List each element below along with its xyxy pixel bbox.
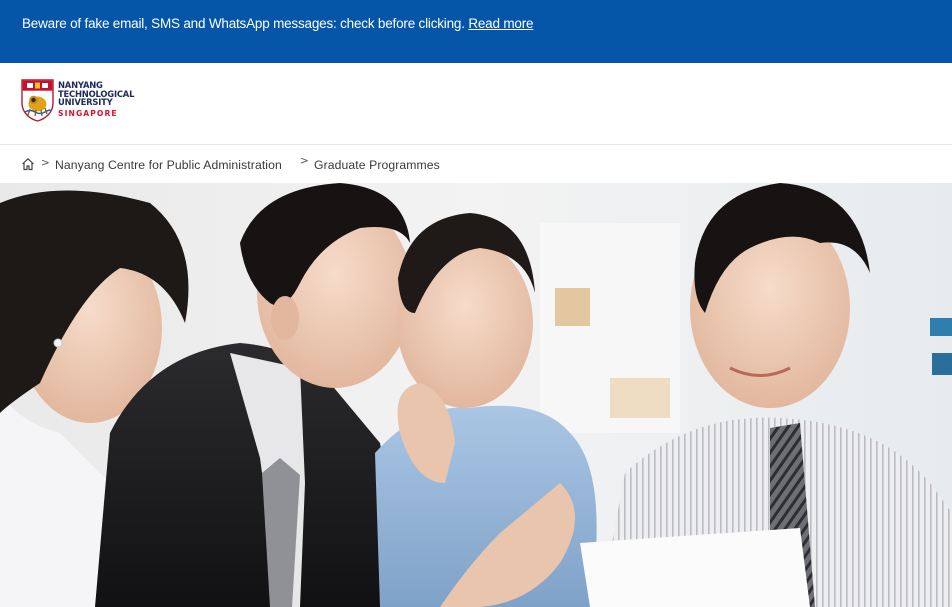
ntu-crest-icon	[21, 79, 54, 122]
alert-text-container: Beware of fake email, SMS and WhatsApp m…	[22, 16, 534, 32]
hero-image	[0, 183, 952, 607]
home-icon[interactable]	[21, 157, 35, 171]
scam-alert-banner: Beware of fake email, SMS and WhatsApp m…	[0, 0, 952, 63]
students-discussion-photo	[0, 183, 952, 607]
site-header: NANYANG TECHNOLOGICAL UNIVERSITY SINGAPO…	[0, 63, 952, 145]
breadcrumb-separator: >	[300, 155, 309, 167]
breadcrumb-current-page: Graduate Programmes	[314, 158, 440, 172]
breadcrumb: > Nanyang Centre for Public Administrati…	[0, 145, 952, 183]
breadcrumb-link-ncpa[interactable]: Nanyang Centre for Public Administration	[55, 158, 282, 172]
logo-singapore: SINGAPORE	[58, 108, 118, 118]
breadcrumb-separator: >	[41, 157, 50, 169]
ntu-logo-link[interactable]: NANYANG TECHNOLOGICAL UNIVERSITY SINGAPO…	[21, 79, 151, 123]
alert-message: Beware of fake email, SMS and WhatsApp m…	[22, 16, 465, 31]
ntu-wordmark: NANYANG TECHNOLOGICAL UNIVERSITY SINGAPO…	[58, 81, 134, 118]
read-more-link[interactable]: Read more	[468, 16, 533, 31]
logo-line-3: UNIVERSITY	[58, 97, 113, 108]
